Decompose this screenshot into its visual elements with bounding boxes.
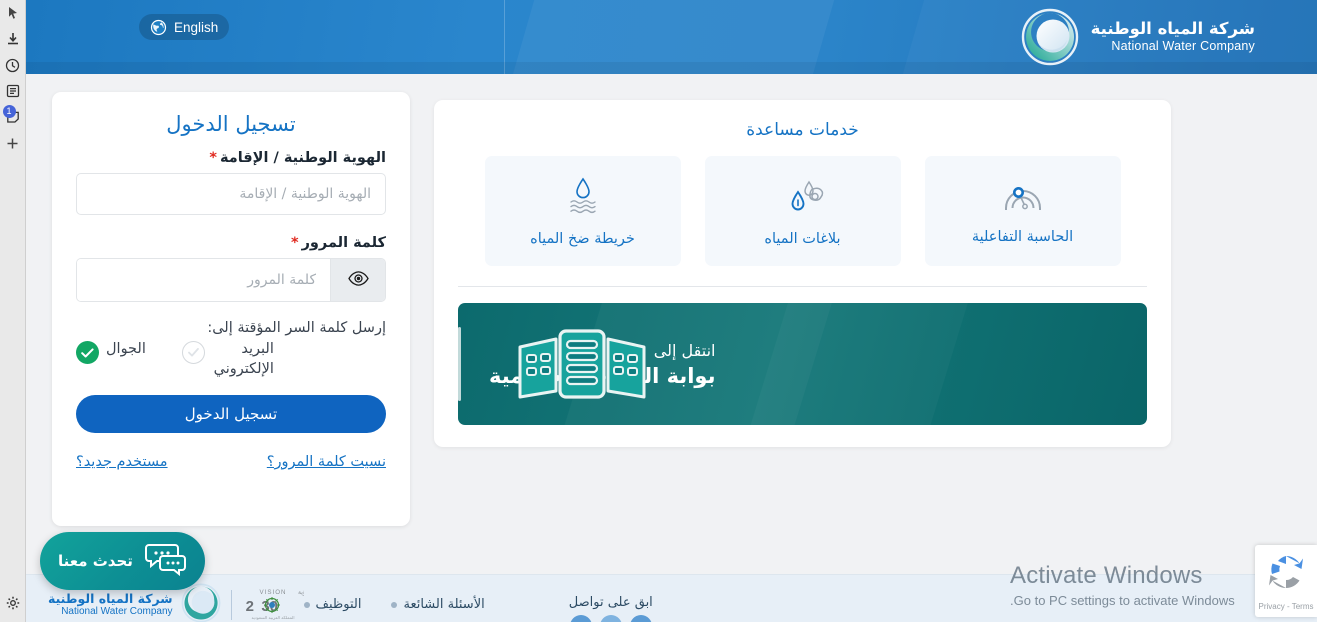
password-label-text: كلمة المرور [301, 235, 386, 251]
radio-unselected-icon[interactable] [181, 341, 205, 364]
nwc-logo-icon [1021, 8, 1079, 66]
page-viewport: English شركة المياه الوطنية National Wat… [26, 0, 1317, 622]
footer-brand-en: National Water Company [61, 606, 173, 618]
otp-options-group: الجوال البريد الإلكتروني [76, 340, 386, 379]
national-id-label-text: الهوية الوطنية / الإقامة [219, 150, 386, 166]
otp-option-mobile-label: الجوال [106, 341, 146, 357]
brand-text: شركة المياه الوطنية National Water Compa… [1090, 19, 1255, 54]
stay-connected-section: ابق على تواصل [569, 595, 653, 622]
footer-brand-ar: شركة المياه الوطنية [48, 591, 173, 607]
otp-option-email-label: البريد الإلكتروني [213, 341, 274, 377]
globe-icon [150, 19, 167, 36]
notes-icon[interactable]: 1 [2, 104, 24, 130]
brand-name-ar: شركة المياه الوطنية [1090, 19, 1255, 39]
footer-links: التوظيف الأسئلة الشائعة [303, 597, 485, 612]
login-title: تسجيل الدخول [166, 112, 296, 136]
main-content: تسجيل الدخول الهوية الوطنية / الإقامة* ك… [26, 74, 1317, 574]
password-label: كلمة المرور* [76, 235, 386, 251]
chat-bubbles-icon [143, 542, 187, 580]
service-tile-water-pump-map[interactable]: خريطة ضخ المياه [484, 156, 681, 266]
instagram-icon[interactable] [629, 615, 652, 622]
footer-link-faq-label: الأسئلة الشائعة [403, 597, 485, 612]
footer-link-careers-label: التوظيف [315, 597, 362, 612]
site-header: English شركة المياه الوطنية National Wat… [26, 0, 1317, 74]
government-buildings-icon [512, 325, 652, 409]
login-card: تسجيل الدخول الهوية الوطنية / الإقامة* ك… [52, 92, 410, 526]
stay-connected-label: ابق على تواصل [568, 595, 653, 610]
language-toggle-label: English [174, 19, 219, 35]
download-icon[interactable] [2, 26, 24, 52]
chat-with-us-button[interactable]: تحدث معنا [40, 532, 205, 590]
otp-option-email[interactable]: البريد الإلكتروني [181, 340, 274, 379]
service-tile-label-water-reports: بلاغات المياه [764, 231, 841, 247]
facebook-icon[interactable] [569, 615, 592, 622]
bullet-dot-icon [303, 601, 310, 608]
recaptcha-badge[interactable]: Privacy - Terms [1255, 545, 1317, 617]
gauge-calculator-icon [1000, 177, 1046, 217]
service-tile-interactive-calculator[interactable]: الحاسبة التفاعلية [924, 156, 1121, 266]
page-root: 1 English شركة المياه الوطنية National W… [0, 0, 1317, 622]
login-links-row: مستخدم جديد؟ نسيت كلمة المرور؟ [76, 451, 386, 474]
footer-nwc-logo-icon [181, 583, 221, 622]
recaptcha-icon [1266, 552, 1306, 596]
history-clock-icon[interactable] [2, 52, 24, 78]
field-gap [76, 215, 386, 235]
svg-text:رؤية: رؤية [298, 589, 304, 596]
national-id-label: الهوية الوطنية / الإقامة* [76, 150, 386, 166]
footer-inner: شركة المياه الوطنية National Water Compa… [26, 575, 1317, 622]
banner-accent-bar [458, 327, 461, 401]
reading-list-icon[interactable] [2, 78, 24, 104]
add-icon[interactable] [2, 130, 24, 156]
required-asterisk-password: * [290, 235, 299, 251]
radio-selected-icon[interactable] [76, 341, 99, 364]
recaptcha-privacy-terms[interactable]: Privacy - Terms [1259, 602, 1314, 611]
language-toggle-button[interactable]: English [139, 14, 230, 40]
footer-divider [230, 590, 232, 620]
password-input[interactable] [77, 259, 331, 301]
service-tile-label-water-pump-map: خريطة ضخ المياه [530, 231, 635, 247]
notes-badge-count: 1 [2, 105, 16, 118]
national-id-input[interactable] [76, 173, 386, 215]
browser-extension-rail: 1 [0, 0, 26, 622]
otp-option-mobile[interactable]: الجوال [76, 340, 146, 364]
forgot-password-link[interactable]: نسيت كلمة المرور؟ [267, 451, 386, 474]
service-tile-water-reports[interactable]: بلاغات المياه [704, 156, 901, 266]
site-footer: شركة المياه الوطنية National Water Compa… [26, 574, 1317, 622]
services-divider [458, 286, 1147, 287]
footer-link-careers[interactable]: التوظيف [303, 597, 362, 612]
vision-2030-logo-icon: VISION رؤية 2 30 المملكة ال [242, 585, 308, 622]
required-asterisk: * [209, 150, 217, 166]
svg-text:VISION: VISION [259, 589, 286, 596]
footer-link-faq[interactable]: الأسئلة الشائعة [391, 597, 485, 612]
pointer-icon[interactable] [2, 0, 24, 26]
new-user-link[interactable]: مستخدم جديد؟ [76, 451, 168, 474]
password-row [76, 258, 386, 302]
toggle-password-visibility-button[interactable] [330, 259, 385, 301]
svg-text:المملكة العربية السعودية: المملكة العربية السعودية [251, 615, 294, 620]
otp-prompt-label: إرسل كلمة السر المؤقتة إلى: [207, 320, 386, 336]
footer-nwc-text: شركة المياه الوطنية National Water Compa… [48, 591, 173, 618]
water-drop-waves-icon [561, 175, 605, 219]
service-tiles: خريطة ضخ المياه بلاغات المياه الحاسبة ال… [458, 156, 1147, 266]
site-brand: شركة المياه الوطنية National Water Compa… [1021, 8, 1255, 66]
bullet-dot-icon-2 [391, 601, 398, 608]
svg-text:2: 2 [245, 598, 253, 615]
water-report-icon [779, 175, 827, 219]
services-title: خدمات مساعدة [746, 120, 859, 140]
government-gateway-banner[interactable]: انتقل إلى بوابة الجهات الحكومية [458, 303, 1147, 425]
eye-icon [347, 271, 369, 289]
services-card: خدمات مساعدة خريطة ضخ المياه بلاغات المي… [434, 100, 1171, 447]
login-submit-button[interactable]: تسجيل الدخول [76, 395, 386, 434]
settings-gear-icon[interactable] [2, 590, 24, 616]
brand-name-en: National Water Company [1111, 39, 1255, 54]
twitter-icon[interactable] [599, 615, 622, 622]
service-tile-label-interactive-calculator: الحاسبة التفاعلية [971, 229, 1074, 245]
chat-with-us-label: تحدث معنا [58, 552, 133, 570]
social-icons [569, 615, 653, 622]
